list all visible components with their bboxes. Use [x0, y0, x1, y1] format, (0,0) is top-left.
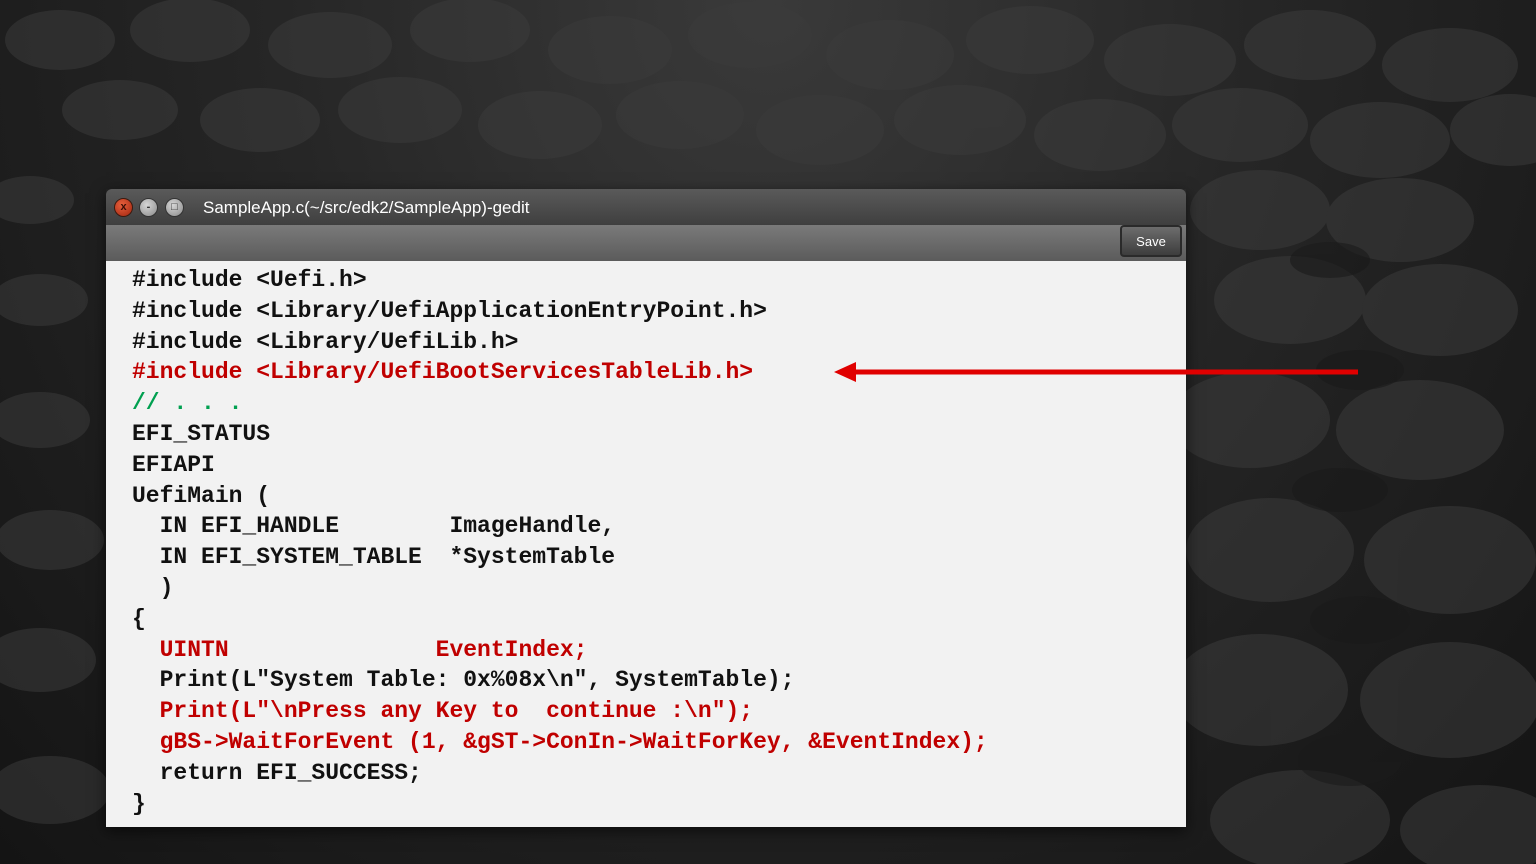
annotation-arrow [834, 362, 1358, 382]
